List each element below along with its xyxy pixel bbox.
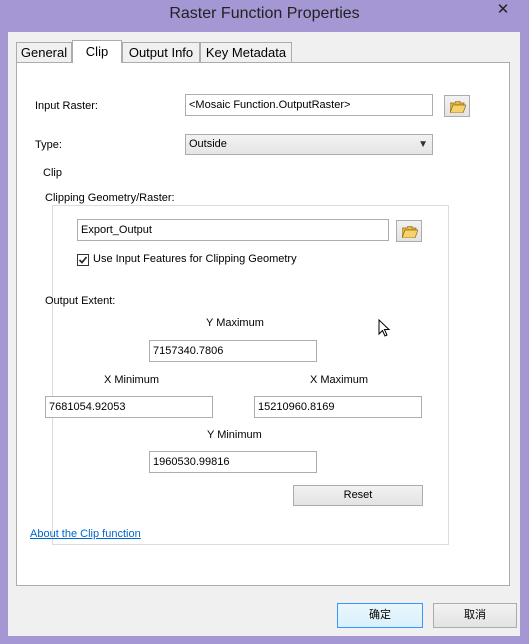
ymin-label: Y Minimum bbox=[207, 429, 262, 441]
clipping-geometry-label: Clipping Geometry/Raster: bbox=[45, 192, 175, 204]
window-title: Raster Function Properties bbox=[169, 5, 360, 22]
tab-general[interactable]: General bbox=[16, 42, 72, 62]
clip-tab-panel: Input Raster: <Mosaic Function.OutputRas… bbox=[16, 62, 510, 586]
close-icon: ✕ bbox=[496, 1, 510, 18]
checkmark-icon bbox=[78, 256, 88, 264]
input-raster-field[interactable]: <Mosaic Function.OutputRaster> bbox=[185, 94, 433, 116]
use-input-features-label: Use Input Features for Clipping Geometry bbox=[93, 253, 297, 265]
type-label: Type: bbox=[35, 139, 62, 151]
cancel-button[interactable]: 取消 bbox=[433, 603, 517, 628]
chevron-down-icon: ▼ bbox=[418, 139, 428, 150]
folder-open-icon bbox=[450, 101, 466, 113]
clip-group-title: Clip bbox=[41, 167, 64, 179]
reset-button[interactable]: Reset bbox=[293, 485, 423, 506]
dialog-client: General Clip Output Info Key Metadata In… bbox=[8, 32, 520, 636]
ok-button[interactable]: 确定 bbox=[337, 603, 423, 628]
xmin-field[interactable]: 7681054.92053 bbox=[45, 396, 213, 418]
ymin-field[interactable]: 1960530.99816 bbox=[149, 451, 317, 473]
mouse-cursor-icon bbox=[378, 319, 391, 337]
clipping-geometry-field[interactable]: Export_Output bbox=[77, 219, 389, 241]
type-select[interactable]: Outside ▼ bbox=[185, 134, 433, 155]
ymax-field[interactable]: 7157340.7806 bbox=[149, 340, 317, 362]
tab-output-info[interactable]: Output Info bbox=[122, 42, 200, 62]
input-raster-browse-button[interactable] bbox=[444, 95, 470, 117]
xmax-field[interactable]: 15210960.8169 bbox=[254, 396, 422, 418]
folder-open-icon bbox=[402, 226, 418, 238]
clipping-geometry-browse-button[interactable] bbox=[396, 220, 422, 242]
ymax-label: Y Maximum bbox=[206, 317, 264, 329]
output-extent-label: Output Extent: bbox=[45, 295, 116, 307]
close-button[interactable]: ✕ bbox=[486, 0, 520, 20]
title-bar[interactable]: Raster Function Properties ✕ bbox=[0, 0, 529, 32]
about-clip-function-link[interactable]: About the Clip function bbox=[30, 528, 141, 540]
xmin-label: X Minimum bbox=[104, 374, 160, 386]
xmax-label: X Maximum bbox=[310, 374, 369, 386]
dialog-window: Raster Function Properties ✕ General Cli… bbox=[0, 0, 529, 644]
input-raster-label: Input Raster: bbox=[35, 100, 98, 112]
use-input-features-checkbox[interactable] bbox=[77, 254, 89, 266]
type-select-value: Outside bbox=[189, 138, 227, 150]
tab-key-metadata[interactable]: Key Metadata bbox=[200, 42, 292, 62]
tab-clip[interactable]: Clip bbox=[72, 40, 122, 63]
